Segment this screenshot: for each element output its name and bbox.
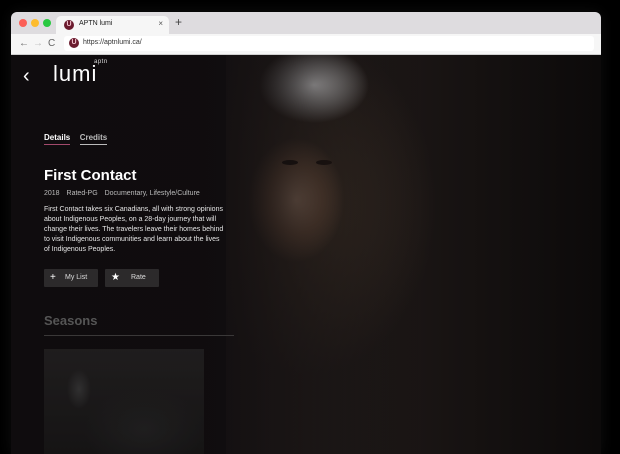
- show-description: First Contact takes six Canadians, all w…: [44, 206, 224, 253]
- rate-button[interactable]: ★ Rate: [105, 269, 159, 287]
- url-text[interactable]: https://aptnlumi.ca/: [83, 39, 142, 46]
- minimize-window-button[interactable]: [31, 19, 39, 27]
- tab-details[interactable]: Details: [44, 133, 71, 145]
- close-window-button[interactable]: [19, 19, 27, 27]
- logo-lumi-text: lumi: [53, 61, 98, 86]
- detail-tabs: Details Credits: [44, 127, 112, 145]
- seasons-divider: [44, 335, 234, 336]
- my-list-button[interactable]: + My List: [44, 269, 98, 287]
- show-year: 2018: [44, 190, 60, 197]
- new-tab-button[interactable]: +: [175, 15, 182, 29]
- season-thumbnail[interactable]: [44, 349, 204, 454]
- browser-window: U APTN lumi × + ← → C U https://aptnlumi…: [11, 12, 601, 454]
- my-list-label: My List: [65, 274, 88, 281]
- star-icon: ★: [111, 272, 120, 283]
- browser-tab-bar: U APTN lumi × +: [11, 12, 601, 34]
- maximize-window-button[interactable]: [43, 19, 51, 27]
- tab-credits[interactable]: Credits: [79, 133, 108, 145]
- close-tab-icon[interactable]: ×: [158, 19, 163, 28]
- favicon-icon: U: [69, 38, 79, 48]
- browser-toolbar: ← → C U https://aptnlumi.ca/: [11, 34, 601, 55]
- show-rating: Rated-PG: [66, 190, 98, 197]
- plus-icon: +: [50, 272, 56, 283]
- favicon-icon: U: [64, 20, 74, 30]
- address-bar[interactable]: U https://aptnlumi.ca/: [64, 36, 594, 51]
- back-arrow-icon[interactable]: ←: [19, 38, 29, 49]
- seasons-heading: Seasons: [44, 313, 98, 328]
- back-icon[interactable]: ‹: [23, 66, 30, 86]
- browser-tab[interactable]: U APTN lumi ×: [56, 16, 169, 34]
- page-content: ‹ aptn lumi Details Credits First Contac…: [11, 55, 601, 454]
- forward-arrow-icon[interactable]: →: [33, 38, 43, 49]
- rate-label: Rate: [131, 274, 146, 281]
- show-genres: Documentary, Lifestyle/Culture: [104, 190, 200, 197]
- reload-icon[interactable]: C: [48, 38, 55, 49]
- show-meta: 2018 Rated-PG Documentary, Lifestyle/Cul…: [44, 190, 205, 197]
- show-title: First Contact: [44, 167, 137, 184]
- tab-title: APTN lumi: [79, 20, 113, 27]
